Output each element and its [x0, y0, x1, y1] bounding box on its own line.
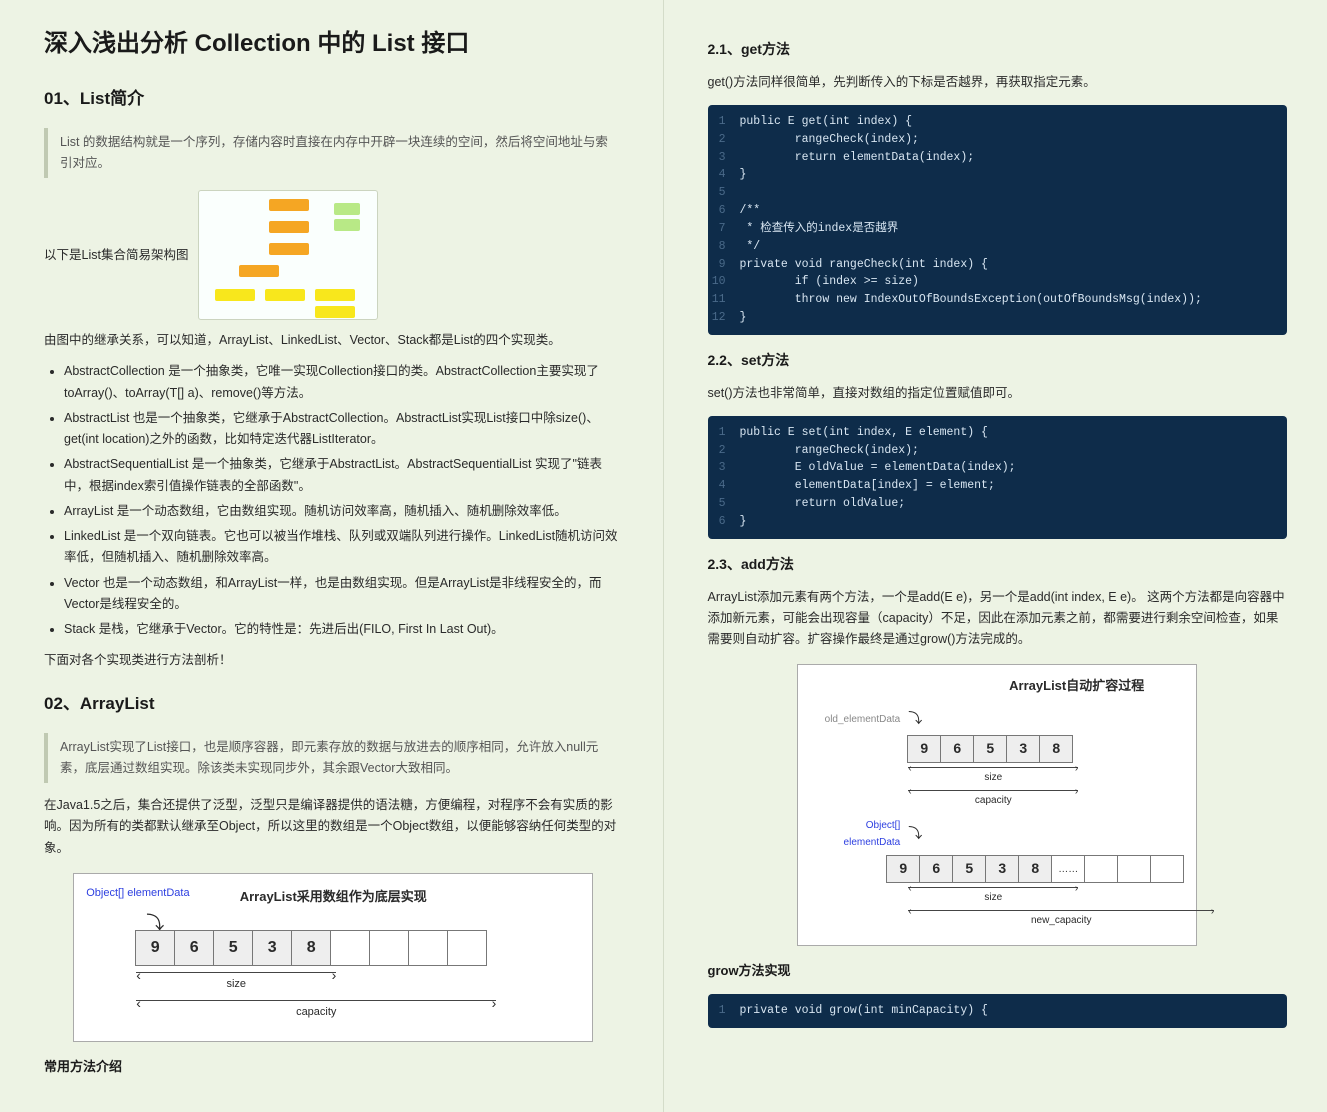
- inheritance-paragraph: 由图中的继承关系，可以知道，ArrayList、LinkedList、Vecto…: [44, 330, 623, 351]
- array-cell: 9: [135, 930, 175, 966]
- page-title: 深入浅出分析 Collection 中的 List 接口: [44, 24, 623, 65]
- array-cell: 6: [919, 855, 953, 883]
- left-column: 深入浅出分析 Collection 中的 List 接口 01、List简介 L…: [0, 0, 664, 1112]
- list-item: Vector 也是一个动态数组，和ArrayList一样，也是由数组实现。但是A…: [64, 573, 623, 616]
- array-cell: [447, 930, 487, 966]
- heading-methods: 常用方法介绍: [44, 1056, 623, 1078]
- arraylist-array-diagram: Object[] elementData ArrayList采用数组作为底层实现…: [73, 873, 593, 1042]
- code-block-get: 1public E get(int index) {2 rangeCheck(i…: [708, 105, 1288, 335]
- expand-diagram-title: ArrayList自动扩容过程: [810, 675, 1184, 697]
- get-paragraph: get()方法同样很简单，先判断传入的下标是否越界，再获取指定元素。: [708, 72, 1288, 93]
- old-element-label: old_elementData: [810, 711, 900, 728]
- array-cells: 9 6 5 3 8: [136, 930, 580, 966]
- array-cell: 9: [886, 855, 920, 883]
- array-cell: 5: [973, 735, 1007, 763]
- array-cell: 8: [291, 930, 331, 966]
- list-item: Stack 是栈，它继承于Vector。它的特性是：先进后出(FILO, Fir…: [64, 619, 623, 640]
- document-page: 深入浅出分析 Collection 中的 List 接口 01、List简介 L…: [0, 0, 1327, 1112]
- size-label: size: [984, 892, 1002, 903]
- quote-arraylist: ArrayList实现了List接口，也是顺序容器，即元素存放的数据与放进去的顺…: [44, 733, 623, 784]
- set-paragraph: set()方法也非常简单，直接对数组的指定位置赋值即可。: [708, 383, 1288, 404]
- array-cell: 6: [940, 735, 974, 763]
- implementation-list: AbstractCollection 是一个抽象类，它唯一实现Collectio…: [64, 361, 623, 640]
- array-cell: 3: [985, 855, 1019, 883]
- heading-22: 2.2、set方法: [708, 349, 1288, 373]
- list-item: AbstractCollection 是一个抽象类，它唯一实现Collectio…: [64, 361, 623, 404]
- diagram-caption: 以下是List集合简易架构图: [44, 245, 188, 266]
- array-cell: [330, 930, 370, 966]
- array-cell: 5: [952, 855, 986, 883]
- heading-01: 01、List简介: [44, 85, 623, 114]
- quote-list-intro: List 的数据结构就是一个序列，存储内容时直接在内存中开辟一块连续的空间，然后…: [44, 128, 623, 179]
- heading-23: 2.3、add方法: [708, 553, 1288, 577]
- array-cell: [1084, 855, 1118, 883]
- array-cell: 9: [907, 735, 941, 763]
- capacity-label: capacity: [296, 1006, 336, 1018]
- array-cell: 3: [1006, 735, 1040, 763]
- list-item: LinkedList 是一个双向链表。它也可以被当作堆栈、队列或双端队列进行操作…: [64, 526, 623, 569]
- array-cell: 8: [1018, 855, 1052, 883]
- array-cell: [1150, 855, 1184, 883]
- list-hierarchy-diagram: [198, 190, 378, 320]
- heading-02: 02、ArrayList: [44, 690, 623, 719]
- add-paragraph: ArrayList添加元素有两个方法，一个是add(E e)，另一个是add(i…: [708, 587, 1288, 651]
- array-cell: 8: [1039, 735, 1073, 763]
- array-cell: 3: [252, 930, 292, 966]
- heading-grow: grow方法实现: [708, 960, 1288, 982]
- new-array-cells: 9 6 5 3 8 ……: [887, 855, 1184, 883]
- array-cell: 5: [213, 930, 253, 966]
- new-element-label: Object[] elementData: [810, 817, 900, 851]
- new-capacity-label: new_capacity: [1031, 915, 1092, 926]
- object-array-label: Object[] elementData: [86, 884, 189, 903]
- old-array-cells: 9 6 5 3 8: [908, 735, 1073, 763]
- heading-21: 2.1、get方法: [708, 38, 1288, 62]
- list-item: AbstractSequentialList 是一个抽象类，它继承于Abstra…: [64, 454, 623, 497]
- generics-paragraph: 在Java1.5之后，集合还提供了泛型，泛型只是编译器提供的语法糖，方便编程，对…: [44, 795, 623, 859]
- array-cell: [408, 930, 448, 966]
- array-cell: [369, 930, 409, 966]
- list-item: ArrayList 是一个动态数组，它由数组实现。随机访问效率高，随机插入、随机…: [64, 501, 623, 522]
- arraylist-expand-diagram: ArrayList自动扩容过程 old_elementData ⤵ 9 6 5 …: [797, 664, 1197, 946]
- list-item: AbstractList 也是一个抽象类，它继承于AbstractCollect…: [64, 408, 623, 451]
- array-cell: ……: [1051, 855, 1085, 883]
- analyze-paragraph: 下面对各个实现类进行方法剖析！: [44, 650, 623, 671]
- code-block-grow: 1private void grow(int minCapacity) {: [708, 994, 1288, 1028]
- code-block-set: 1public E set(int index, E element) {2 r…: [708, 416, 1288, 539]
- right-column: 2.1、get方法 get()方法同样很简单，先判断传入的下标是否越界，再获取指…: [664, 0, 1327, 1112]
- diagram-row: 以下是List集合简易架构图: [44, 190, 623, 320]
- array-cell: 6: [174, 930, 214, 966]
- size-label: size: [984, 772, 1002, 783]
- array-cell: [1117, 855, 1151, 883]
- capacity-label: capacity: [975, 795, 1012, 806]
- size-label: size: [226, 978, 246, 990]
